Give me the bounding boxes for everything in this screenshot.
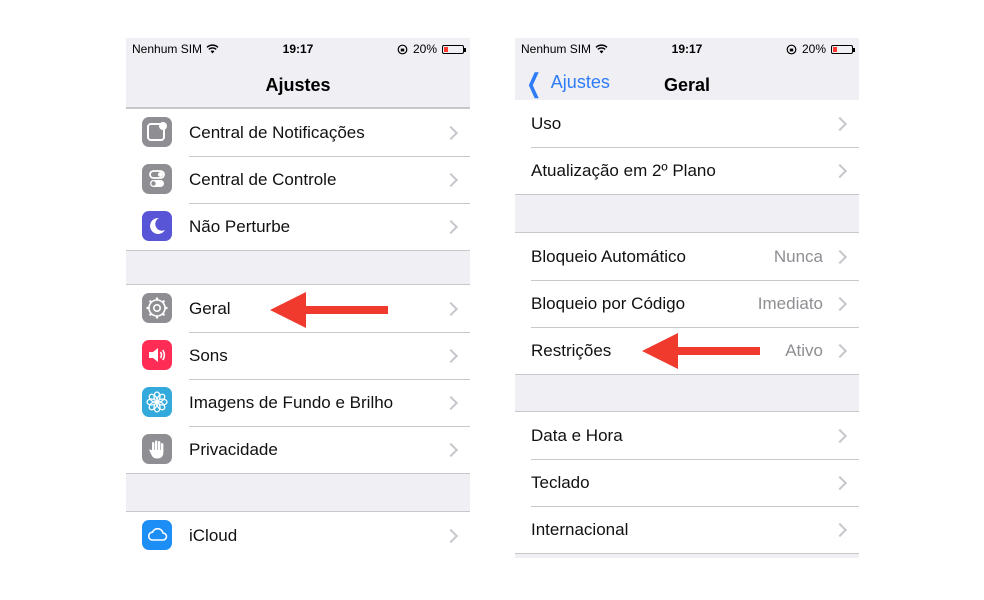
notifications-icon bbox=[142, 117, 172, 147]
wallpaper-flower-icon bbox=[142, 387, 172, 417]
general-item-usage[interactable]: Uso bbox=[515, 100, 859, 147]
battery-percent: 20% bbox=[412, 42, 437, 56]
page-title: Geral bbox=[663, 75, 711, 95]
settings-item-sounds[interactable]: Sons bbox=[126, 332, 470, 379]
status-bar: Nenhum SIM 19:17 20% bbox=[515, 38, 859, 60]
general-item-label: Atualização em 2º Plano bbox=[531, 160, 716, 180]
settings-item-icloud[interactable]: iCloud bbox=[126, 512, 470, 558]
hand-icon bbox=[142, 434, 172, 464]
settings-item-label: Imagens de Fundo e Brilho bbox=[189, 392, 394, 412]
speaker-icon bbox=[142, 340, 172, 370]
general-item-value: Nunca bbox=[773, 246, 823, 266]
general-item-label: Restrições bbox=[531, 340, 612, 360]
nav-bar: Ajustes bbox=[126, 60, 470, 108]
annotation-arrow-geral bbox=[270, 292, 388, 328]
general-item-auto-lock[interactable]: Bloqueio Automático Nunca bbox=[515, 233, 859, 280]
status-bar: Nenhum SIM 19:17 20% bbox=[126, 38, 470, 60]
general-item-label: Bloqueio por Código bbox=[531, 293, 686, 313]
battery-percent: 20% bbox=[801, 42, 826, 56]
settings-group-3: iCloud bbox=[126, 511, 470, 558]
settings-item-label: iCloud bbox=[189, 525, 238, 545]
orientation-lock-icon bbox=[786, 44, 797, 54]
general-item-label: Internacional bbox=[531, 519, 629, 539]
control-center-icon bbox=[142, 164, 172, 194]
settings-item-label: Privacidade bbox=[189, 439, 278, 459]
status-right: 20% bbox=[397, 42, 466, 56]
chevron-right-icon bbox=[443, 172, 459, 187]
chevron-right-icon bbox=[832, 343, 848, 358]
chevron-right-icon bbox=[443, 395, 459, 410]
battery-fill bbox=[833, 46, 837, 52]
battery-fill bbox=[444, 46, 448, 52]
moon-icon bbox=[142, 211, 172, 241]
general-item-background-refresh[interactable]: Atualização em 2º Plano bbox=[515, 147, 859, 194]
icloud-icon bbox=[142, 520, 172, 550]
chevron-right-icon bbox=[443, 348, 459, 363]
general-item-date-time[interactable]: Data e Hora bbox=[515, 412, 859, 459]
settings-item-notifications[interactable]: Central de Notificações bbox=[126, 109, 470, 156]
chevron-right-icon bbox=[443, 528, 459, 543]
battery-icon bbox=[442, 44, 466, 54]
general-item-label: Uso bbox=[531, 113, 562, 133]
orientation-lock-icon bbox=[397, 44, 408, 54]
general-group-3: Data e Hora Teclado Internacional bbox=[515, 411, 859, 554]
general-item-label: Data e Hora bbox=[531, 425, 623, 445]
settings-group-1: Central de Notificações Central de Contr… bbox=[126, 108, 470, 251]
general-item-value: Imediato bbox=[757, 293, 823, 313]
chevron-right-icon bbox=[443, 301, 459, 316]
chevron-right-icon bbox=[832, 428, 848, 443]
status-right: 20% bbox=[786, 42, 855, 56]
general-item-international[interactable]: Internacional bbox=[515, 506, 859, 553]
general-item-passcode-lock[interactable]: Bloqueio por Código Imediato bbox=[515, 280, 859, 327]
battery-icon bbox=[831, 44, 855, 54]
settings-item-label: Sons bbox=[189, 345, 228, 365]
settings-item-control-center[interactable]: Central de Controle bbox=[126, 156, 470, 203]
chevron-right-icon bbox=[443, 125, 459, 140]
settings-item-label: Central de Notificações bbox=[189, 122, 365, 142]
general-settings-screen: Nenhum SIM 19:17 20% ❮ Ajustes Geral Uso… bbox=[515, 38, 859, 558]
chevron-right-icon bbox=[832, 249, 848, 264]
chevron-right-icon bbox=[832, 116, 848, 131]
gear-icon bbox=[142, 293, 172, 323]
annotation-arrow-restricoes bbox=[642, 333, 760, 369]
settings-item-label: Não Perturbe bbox=[189, 216, 291, 236]
chevron-right-icon bbox=[832, 163, 848, 178]
chevron-right-icon bbox=[443, 442, 459, 457]
general-item-keyboard[interactable]: Teclado bbox=[515, 459, 859, 506]
chevron-right-icon bbox=[832, 475, 848, 490]
general-item-value: Ativo bbox=[785, 340, 823, 360]
general-item-label: Bloqueio Automático bbox=[531, 246, 686, 266]
page-title: Ajustes bbox=[265, 75, 331, 95]
chevron-right-icon bbox=[832, 522, 848, 537]
settings-item-do-not-disturb[interactable]: Não Perturbe bbox=[126, 203, 470, 250]
settings-item-wallpaper[interactable]: Imagens de Fundo e Brilho bbox=[126, 379, 470, 426]
chevron-right-icon bbox=[443, 219, 459, 234]
general-item-label: Teclado bbox=[531, 472, 590, 492]
general-group-1: Uso Atualização em 2º Plano bbox=[515, 100, 859, 195]
chevron-right-icon bbox=[832, 296, 848, 311]
settings-item-label: Central de Controle bbox=[189, 169, 337, 189]
settings-item-label: Geral bbox=[189, 298, 231, 318]
settings-item-privacy[interactable]: Privacidade bbox=[126, 426, 470, 473]
